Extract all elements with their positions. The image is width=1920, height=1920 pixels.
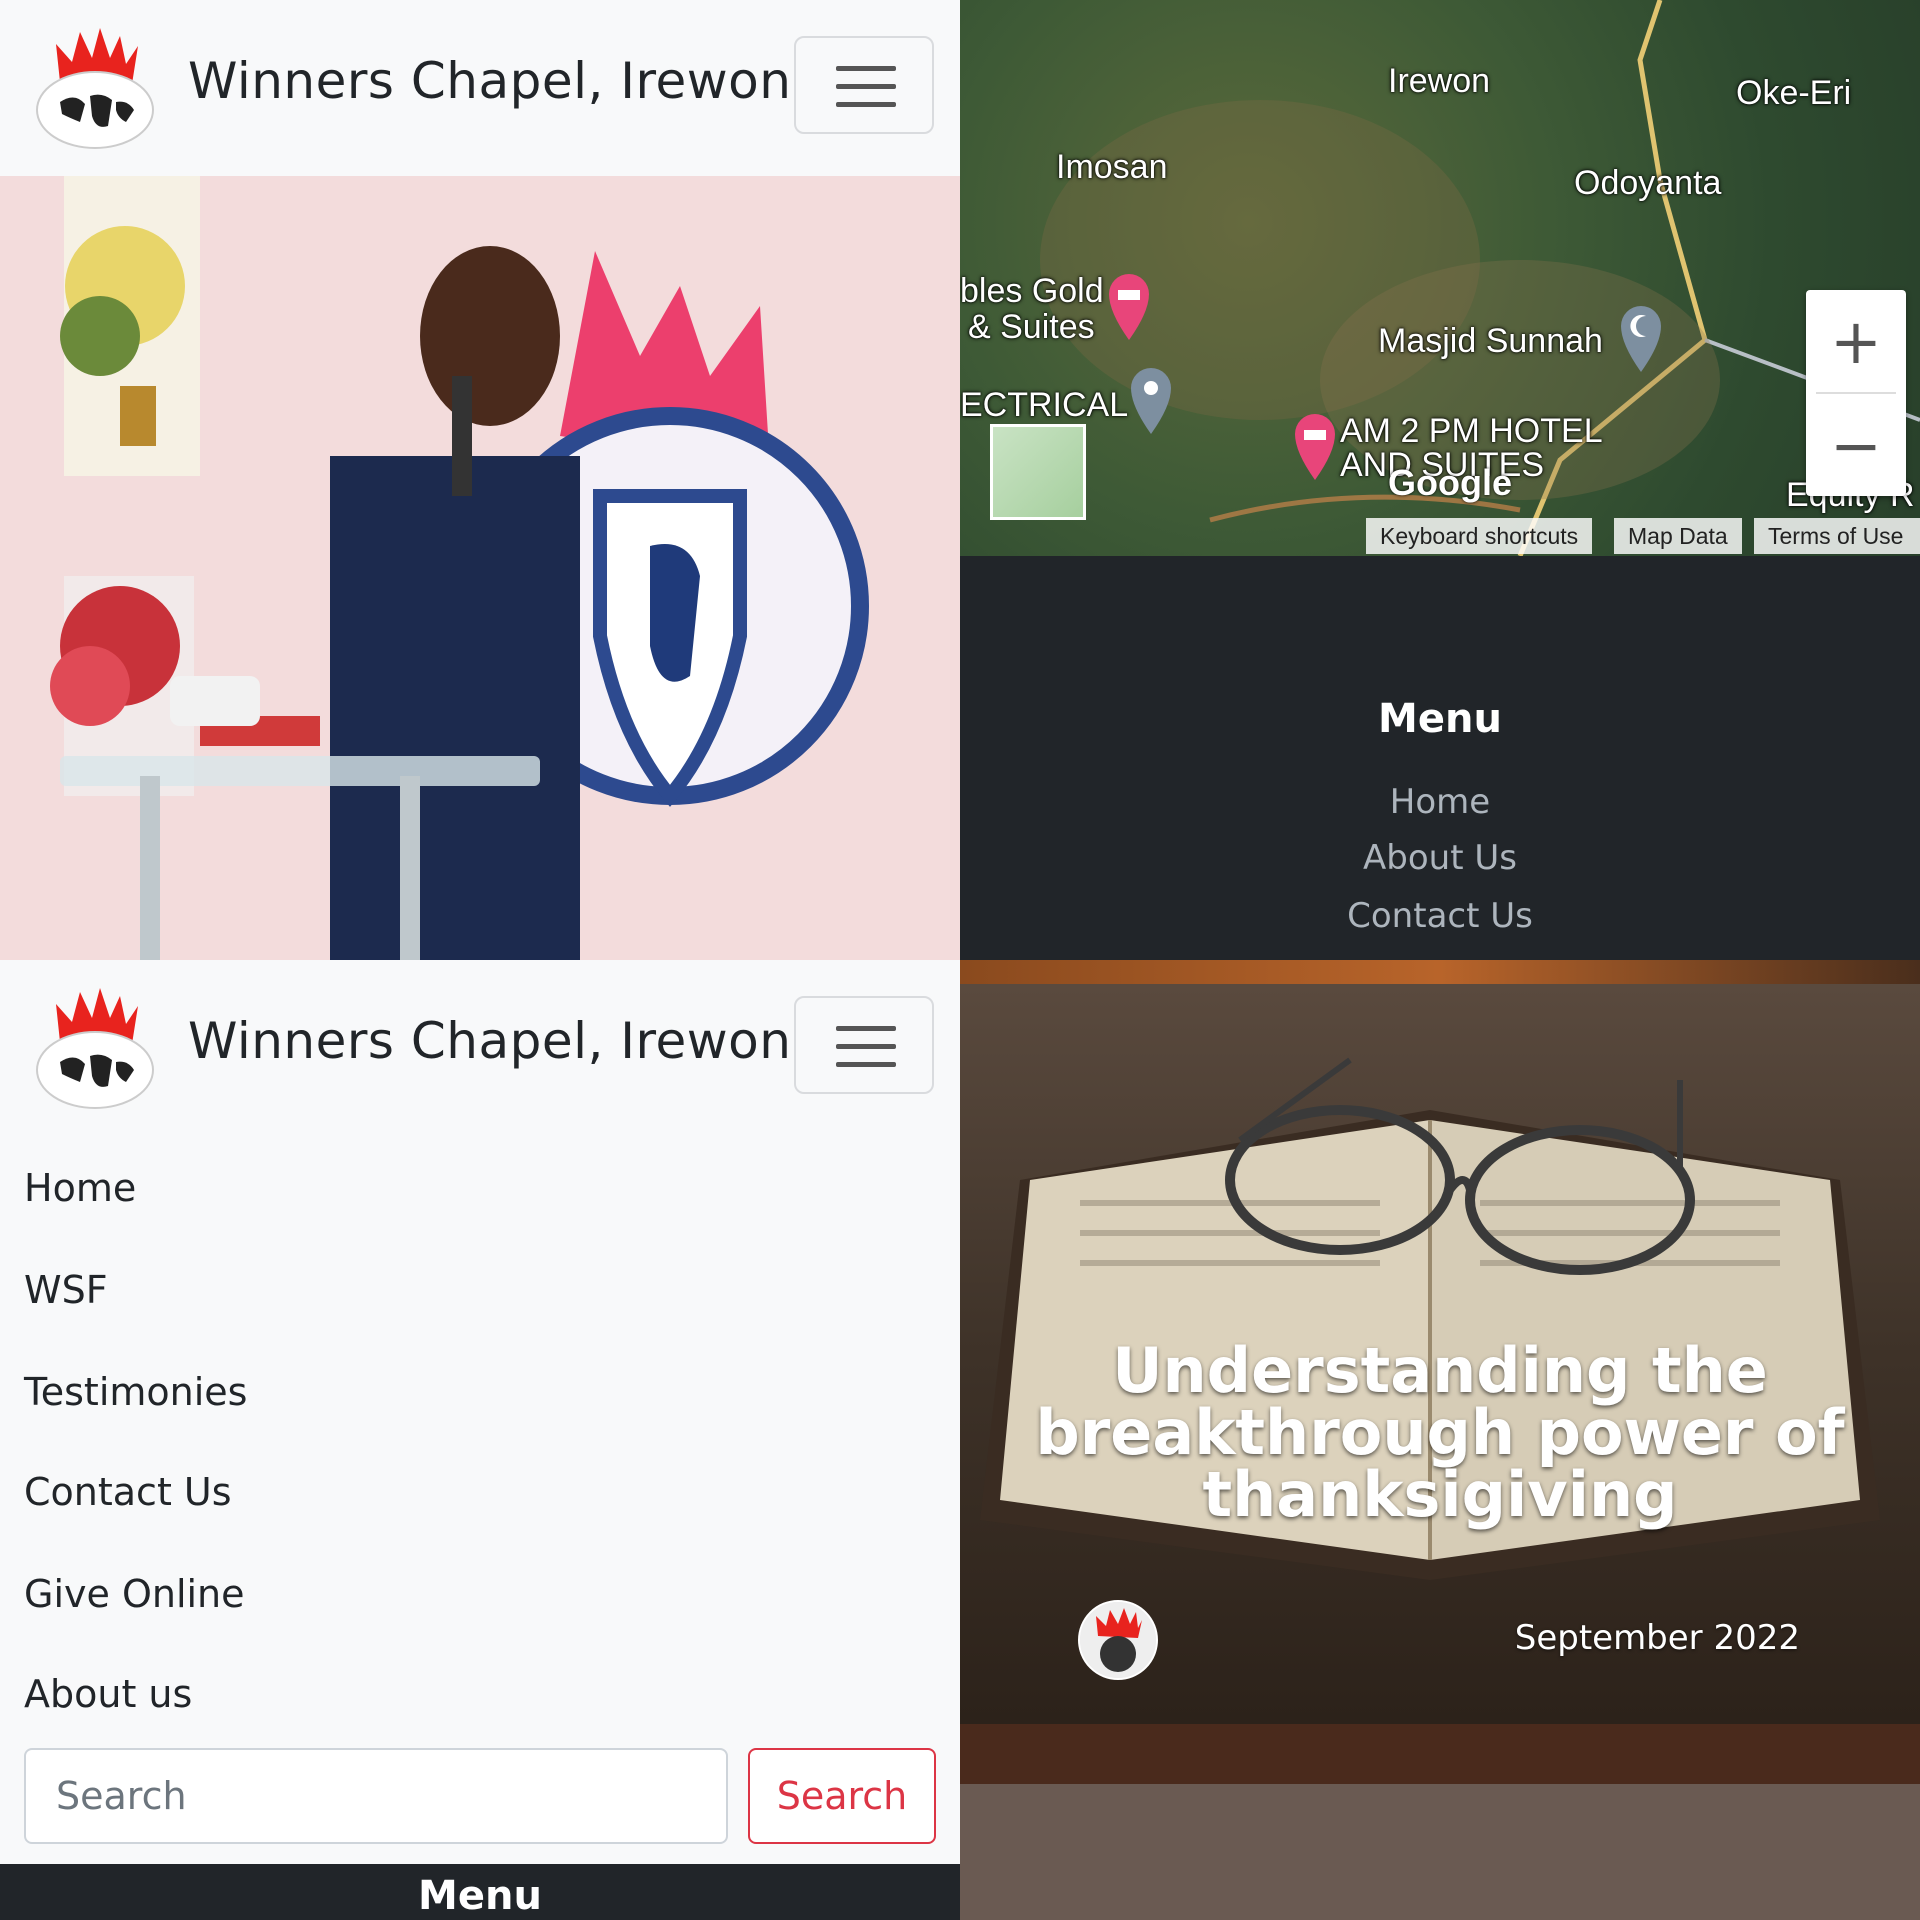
- nav-item-about[interactable]: About us: [24, 1672, 192, 1716]
- church-logo-icon: [1080, 1602, 1156, 1678]
- pastor-photo: [0, 176, 960, 960]
- navbar: Winners Chapel, Irewon: [0, 960, 960, 1136]
- map-label-oke-eri: Oke-Eri: [1736, 74, 1852, 112]
- nav-item-contact[interactable]: Contact Us: [24, 1470, 232, 1514]
- navbar: Winners Chapel, Irewon: [0, 0, 960, 176]
- map-label-electrical: ECTRICAL: [960, 386, 1129, 424]
- zoom-in-button[interactable]: +: [1806, 290, 1906, 392]
- footer-link-contact[interactable]: Contact Us: [960, 896, 1920, 936]
- keyboard-shortcuts-link[interactable]: Keyboard shortcuts: [1366, 518, 1593, 554]
- map-label-odoyanta: Odoyanta: [1574, 164, 1722, 202]
- search-input[interactable]: Search: [24, 1748, 728, 1844]
- hamburger-icon: [836, 1026, 896, 1031]
- post-card-screen: Understanding the breakthrough power of …: [960, 960, 1920, 1920]
- map-label-irewon: Irewon: [1388, 62, 1491, 100]
- map-data-link[interactable]: Map Data: [1614, 518, 1742, 554]
- zoom-controls: + −: [1806, 290, 1906, 496]
- map-label-imosan: Imosan: [1056, 148, 1168, 186]
- post-title[interactable]: Understanding the breakthrough power of …: [1020, 1340, 1860, 1526]
- post-date: September 2022: [1514, 1618, 1800, 1658]
- map-type-thumbnail[interactable]: [990, 424, 1086, 520]
- hotel-pin-icon[interactable]: [1290, 412, 1340, 482]
- mosque-pin-icon[interactable]: [1616, 304, 1666, 374]
- nav-item-home[interactable]: Home: [24, 1166, 136, 1210]
- footer-link-home[interactable]: Home: [960, 782, 1920, 822]
- hamburger-icon: [836, 66, 896, 71]
- brand-name[interactable]: Winners Chapel, Irewon: [188, 1012, 791, 1070]
- post-card[interactable]: Understanding the breakthrough power of …: [960, 960, 1920, 1920]
- home-screen: Winners Chapel, Irewon: [0, 0, 960, 960]
- footer-title: Menu: [1378, 696, 1502, 742]
- map-label-masjid: Masjid Sunnah: [1378, 322, 1603, 360]
- nav-item-wsf[interactable]: WSF: [24, 1268, 108, 1312]
- search-button[interactable]: Search: [748, 1748, 936, 1844]
- footer-menu-title: Menu: [0, 1864, 960, 1920]
- map-and-footer-screen: Irewon Oke-Eri Imosan Odoyanta bles Gold…: [960, 0, 1920, 960]
- church-logo[interactable]: [30, 22, 160, 152]
- brand-name[interactable]: Winners Chapel, Irewon: [188, 52, 791, 110]
- hotel-pin-icon[interactable]: [1104, 272, 1154, 342]
- google-map[interactable]: Irewon Oke-Eri Imosan Odoyanta bles Gold…: [960, 0, 1920, 556]
- nav-expanded-screen: Winners Chapel, Irewon Home WSF Testimon…: [0, 960, 960, 1920]
- terms-of-use-link[interactable]: Terms of Use: [1754, 518, 1920, 554]
- author-avatar: [1078, 1600, 1158, 1680]
- menu-toggle-button[interactable]: [794, 996, 934, 1094]
- zoom-out-button[interactable]: −: [1806, 394, 1906, 496]
- map-label-suites: & Suites: [968, 308, 1095, 346]
- church-logo[interactable]: [30, 982, 160, 1112]
- nav-item-testimonies[interactable]: Testimonies: [24, 1370, 247, 1414]
- footer-link-about[interactable]: About Us: [960, 838, 1920, 878]
- google-logo: Google: [1388, 462, 1512, 503]
- map-label-gold: bles Gold: [960, 272, 1104, 310]
- nav-item-give-online[interactable]: Give Online: [24, 1572, 245, 1616]
- footer-menu: Menu Home About Us Contact Us: [960, 570, 1920, 960]
- location-pin-icon[interactable]: [1126, 366, 1176, 436]
- menu-toggle-button[interactable]: [794, 36, 934, 134]
- hero-image: [0, 176, 960, 960]
